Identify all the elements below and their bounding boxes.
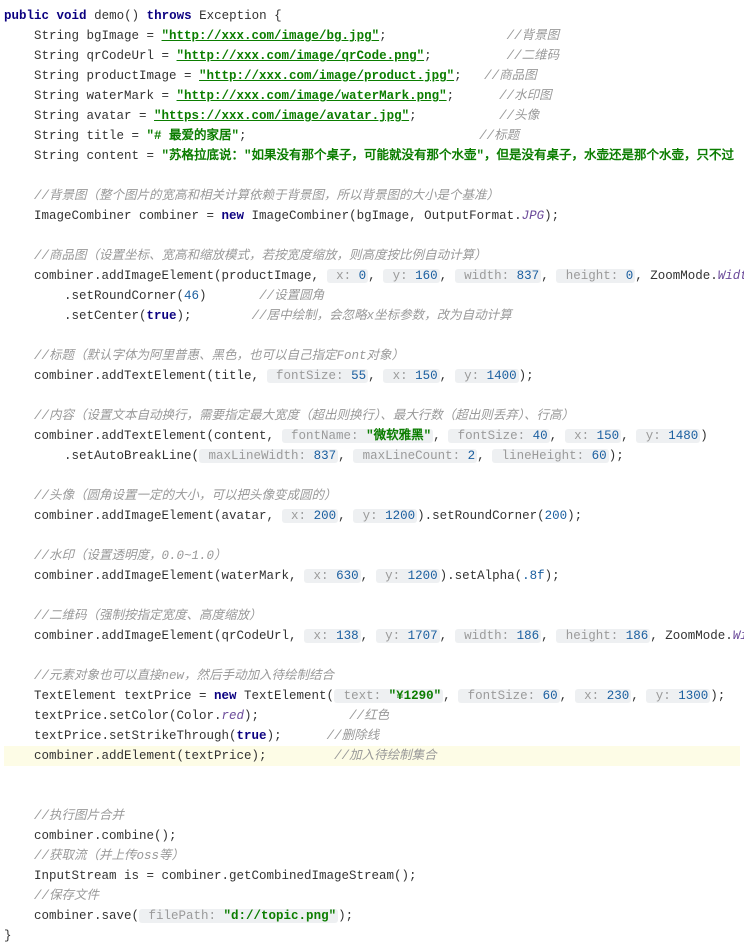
- url-bg[interactable]: "http://xxx.com/image/bg.jpg": [162, 29, 380, 43]
- method-decl: public void demo() throws Exception {: [4, 9, 282, 23]
- url-product[interactable]: "http://xxx.com/image/product.jpg": [199, 69, 454, 83]
- url-qr[interactable]: "http://xxx.com/image/qrCode.png": [177, 49, 425, 63]
- url-avatar[interactable]: "https://xxx.com/image/avatar.jpg": [154, 109, 409, 123]
- code-block: public void demo() throws Exception { St…: [0, 0, 744, 952]
- url-watermark[interactable]: "http://xxx.com/image/waterMark.png": [177, 89, 447, 103]
